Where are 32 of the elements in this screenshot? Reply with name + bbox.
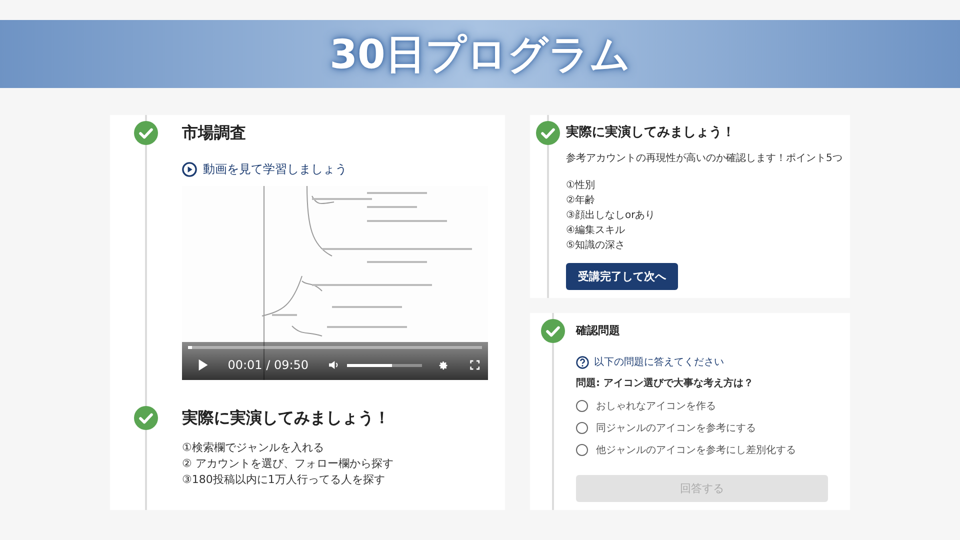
settings-icon[interactable] xyxy=(438,358,448,372)
section-title: 実際に実演してみましょう！ xyxy=(182,407,390,429)
volume-icon[interactable] xyxy=(328,359,340,371)
answer-option[interactable]: 同ジャンルのアイコンを参考にする xyxy=(576,417,756,439)
help-icon xyxy=(576,356,589,369)
complete-button[interactable]: 受講完了して次へ xyxy=(566,263,678,290)
question-text: 問題: アイコン選びで大事な考え方は？ xyxy=(576,376,754,391)
radio-button[interactable] xyxy=(576,422,588,434)
radio-button[interactable] xyxy=(576,444,588,456)
step-text: ③180投稿以内に1万人行ってる人を探す xyxy=(182,472,386,488)
answer-option[interactable]: 他ジャンルのアイコンを参考にし差別化する xyxy=(576,439,796,461)
step-text: ② アカウントを選び、フォロー欄から探す xyxy=(182,456,394,472)
point-text: ③顔出しなしorあり xyxy=(566,208,656,223)
step-text: ①検索欄でジャンルを入れる xyxy=(182,440,325,456)
prompt-text: 以下の問題に答えてください xyxy=(594,356,724,370)
point-text: ⑤知識の深さ xyxy=(566,238,626,253)
play-icon[interactable] xyxy=(198,358,208,372)
section-title: 確認問題 xyxy=(576,323,620,339)
radio-button[interactable] xyxy=(576,400,588,412)
point-text: ①性別 xyxy=(566,178,596,193)
section-title: 実際に実演してみましょう！ xyxy=(566,124,735,142)
video-link[interactable]: 動画を見て学習しましょう xyxy=(182,161,347,178)
fullscreen-icon[interactable] xyxy=(470,359,480,371)
intro-text: 参考アカウントの再現性が高いのか確認します！ポイント5つ xyxy=(566,152,842,166)
volume-slider[interactable] xyxy=(347,364,422,366)
banner-title: 30日プログラム xyxy=(330,30,630,80)
video-time: 00:01 / 09:50 xyxy=(228,358,309,372)
point-text: ②年齢 xyxy=(566,194,596,208)
answer-option[interactable]: おしゃれなアイコンを作る xyxy=(576,395,716,417)
play-circle-icon xyxy=(182,162,197,177)
point-text: ④編集スキル xyxy=(566,224,626,238)
section-title: 市場調査 xyxy=(182,122,246,144)
